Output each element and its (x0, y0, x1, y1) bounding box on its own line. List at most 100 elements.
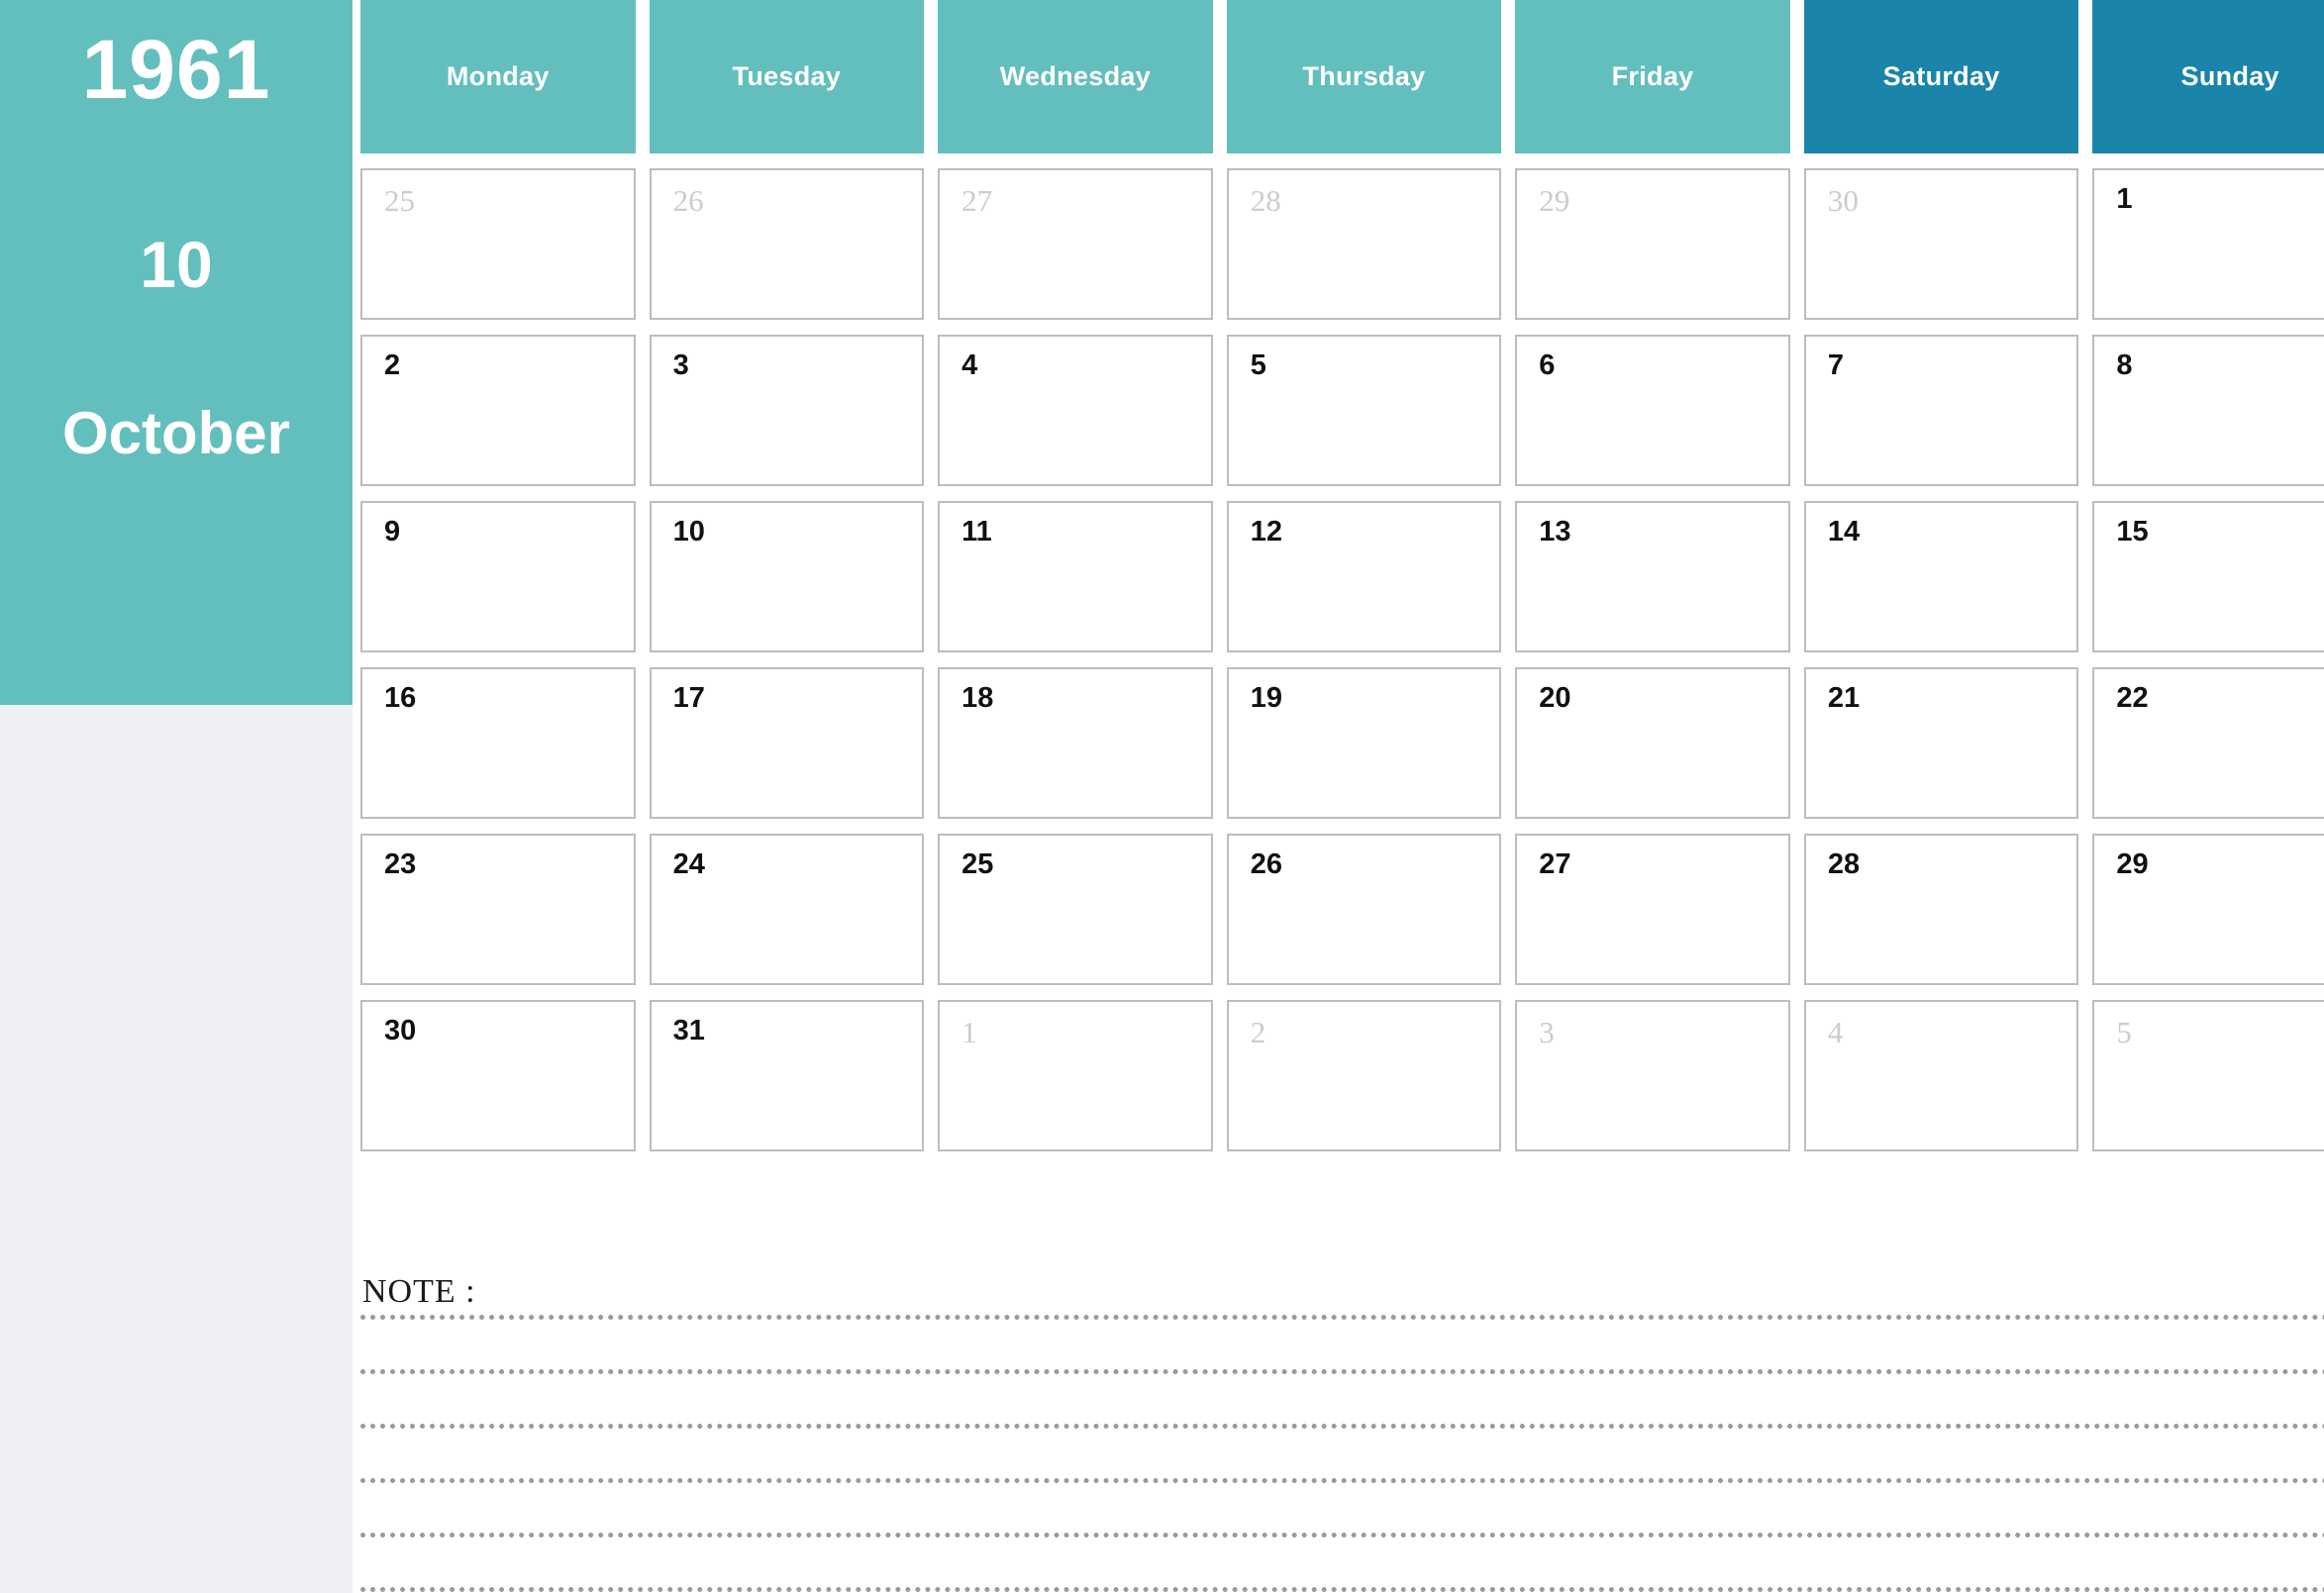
day-cell[interactable]: 23 (360, 834, 636, 985)
day-cell-wrapper: 31 (649, 985, 925, 1151)
day-cell[interactable]: 10 (649, 501, 925, 652)
day-cell-wrapper: 3 (649, 320, 925, 486)
day-cell[interactable]: 20 (1515, 667, 1790, 819)
day-number: 14 (1827, 516, 1861, 548)
day-cell-wrapper: 24 (649, 819, 925, 985)
note-line[interactable] (360, 1424, 2324, 1429)
day-cell[interactable]: 24 (649, 834, 925, 985)
day-number: 31 (672, 1015, 705, 1046)
day-cell-wrapper: 6 (1515, 320, 1790, 486)
calendar-grid: 25 26 27 28 29 30 1 2 3 4 5 6 7 8 9 10 11 12 13 14 15 16 17 18 1… (353, 153, 2324, 1151)
day-cell[interactable]: 1 (2092, 168, 2324, 320)
sidebar-month-name: October (61, 400, 291, 466)
calendar-page: 1961 10 October Monday Tuesday Wednesday Th… (0, 0, 2324, 1593)
day-cell[interactable]: 5 (2092, 1000, 2324, 1151)
day-number: 13 (1539, 516, 1571, 548)
day-cell[interactable]: 13 (1515, 501, 1790, 652)
day-cell[interactable]: 28 (1803, 834, 2079, 985)
day-number: 28 (1827, 848, 1861, 880)
day-cell-wrapper: 22 (2092, 652, 2324, 819)
day-cell-wrapper: 14 (1803, 486, 2079, 652)
day-cell[interactable]: 26 (1226, 834, 1502, 985)
day-number: 5 (2116, 1015, 2132, 1049)
day-cell[interactable]: 21 (1803, 667, 2079, 819)
day-cell-wrapper: 19 (1226, 652, 1502, 819)
day-cell-wrapper: 28 (1803, 819, 2079, 985)
note-line[interactable] (360, 1478, 2324, 1483)
day-number: 30 (384, 1015, 417, 1046)
day-number: 12 (1250, 516, 1282, 548)
day-cell[interactable]: 31 (649, 1000, 925, 1151)
day-cell[interactable]: 4 (1803, 1000, 2079, 1151)
day-cell[interactable]: 2 (360, 335, 636, 486)
day-cell[interactable]: 4 (938, 335, 1213, 486)
day-cell[interactable]: 19 (1226, 667, 1502, 819)
day-cell[interactable]: 17 (649, 667, 925, 819)
note-line[interactable] (360, 1533, 2324, 1538)
note-line[interactable] (360, 1587, 2324, 1592)
day-number: 8 (2116, 349, 2133, 381)
day-cell-wrapper: 18 (938, 652, 1213, 819)
day-number: 11 (961, 516, 992, 548)
day-cell-wrapper: 3 (1515, 985, 1790, 1151)
day-cell[interactable]: 12 (1226, 501, 1502, 652)
day-number: 23 (384, 848, 417, 880)
day-cell[interactable]: 8 (2092, 335, 2324, 486)
day-cell-wrapper: 23 (360, 819, 636, 985)
day-cell[interactable]: 29 (1515, 168, 1790, 320)
day-cell-wrapper: 12 (1226, 486, 1502, 652)
day-number: 28 (1250, 183, 1281, 218)
day-cell[interactable]: 27 (1515, 834, 1790, 985)
day-number: 30 (1827, 183, 1859, 218)
day-cell-wrapper: 28 (1226, 153, 1502, 320)
day-cell-wrapper: 7 (1803, 320, 2079, 486)
sidebar-year: 1961 (81, 23, 271, 116)
day-cell[interactable]: 30 (1803, 168, 2079, 320)
day-cell-wrapper: 17 (649, 652, 925, 819)
day-cell[interactable]: 25 (938, 834, 1213, 985)
day-cell-wrapper: 30 (1803, 153, 2079, 320)
day-number: 3 (1539, 1015, 1555, 1049)
day-cell[interactable]: 1 (938, 1000, 1213, 1151)
day-cell[interactable]: 29 (2092, 834, 2324, 985)
day-cell[interactable]: 3 (649, 335, 925, 486)
weekday-header-saturday: Saturday (1803, 0, 2079, 153)
day-cell[interactable]: 18 (938, 667, 1213, 819)
day-cell[interactable]: 5 (1226, 335, 1502, 486)
day-cell-wrapper: 20 (1515, 652, 1790, 819)
day-cell[interactable]: 26 (649, 168, 925, 320)
day-cell[interactable]: 11 (938, 501, 1213, 652)
day-cell[interactable]: 14 (1803, 501, 2079, 652)
day-cell[interactable]: 7 (1803, 335, 2079, 486)
calendar-week-row: 2 3 4 5 6 7 8 (353, 320, 2324, 486)
day-cell[interactable]: 9 (360, 501, 636, 652)
sidebar: 1961 10 October (0, 0, 353, 1593)
day-cell[interactable]: 22 (2092, 667, 2324, 819)
day-cell-wrapper: 29 (1515, 153, 1790, 320)
day-cell[interactable]: 2 (1226, 1000, 1502, 1151)
weekday-header-row: Monday Tuesday Wednesday Thursday Friday Satu… (353, 0, 2324, 153)
calendar-week-row: 16 17 18 19 20 21 22 (353, 652, 2324, 819)
day-number: 25 (384, 183, 415, 218)
day-number: 26 (1250, 848, 1282, 880)
day-cell-wrapper: 26 (649, 153, 925, 320)
day-cell[interactable]: 28 (1226, 168, 1502, 320)
day-cell-wrapper: 5 (1226, 320, 1502, 486)
day-cell[interactable]: 25 (360, 168, 636, 320)
note-line[interactable] (360, 1315, 2324, 1320)
note-line[interactable] (360, 1369, 2324, 1374)
day-cell[interactable]: 3 (1515, 1000, 1790, 1151)
day-number: 3 (672, 349, 689, 381)
day-cell-wrapper: 9 (360, 486, 636, 652)
day-number: 26 (672, 183, 704, 218)
day-cell[interactable]: 16 (360, 667, 636, 819)
day-cell[interactable]: 6 (1515, 335, 1790, 486)
day-number: 19 (1250, 682, 1282, 714)
weekday-header-sunday: Sunday (2092, 0, 2324, 153)
sidebar-banner: 1961 10 October (0, 0, 353, 705)
day-cell[interactable]: 30 (360, 1000, 636, 1151)
day-number: 27 (1539, 848, 1571, 880)
day-cell[interactable]: 27 (938, 168, 1213, 320)
day-cell[interactable]: 15 (2092, 501, 2324, 652)
day-number: 2 (1250, 1015, 1266, 1049)
